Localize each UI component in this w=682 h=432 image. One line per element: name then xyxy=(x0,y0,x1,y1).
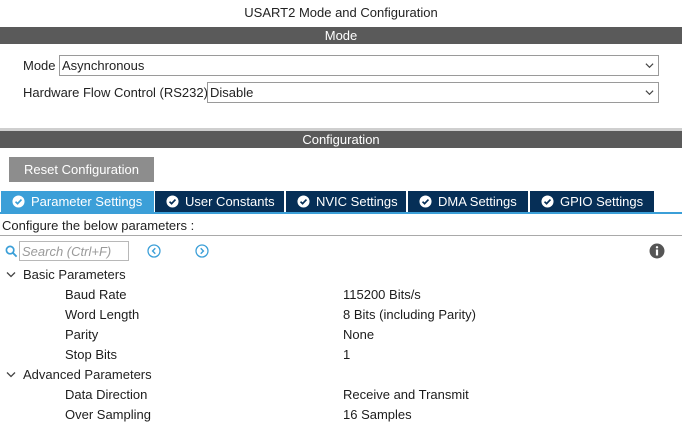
mode-select[interactable]: Asynchronous xyxy=(59,55,659,76)
mode-label: Mode xyxy=(23,58,56,73)
param-name-over-sampling: Over Sampling xyxy=(65,407,151,422)
param-value-over-sampling[interactable]: 16 Samples xyxy=(343,405,412,425)
chevron-down-icon xyxy=(645,63,654,69)
param-name-word-length: Word Length xyxy=(65,307,140,322)
tab-underline xyxy=(0,212,682,214)
param-value-word-length[interactable]: 8 Bits (including Parity) xyxy=(343,305,476,325)
tab-label: NVIC Settings xyxy=(316,194,398,209)
tab-label: User Constants xyxy=(185,194,275,209)
param-value-data-direction[interactable]: Receive and Transmit xyxy=(343,385,469,405)
search-input[interactable] xyxy=(19,241,129,261)
param-value-baud-rate[interactable]: 115200 Bits/s xyxy=(343,285,421,305)
info-icon[interactable] xyxy=(649,243,665,259)
search-icon xyxy=(5,245,18,258)
configure-hint: Configure the below parameters : xyxy=(0,218,682,236)
tree-expand-icon xyxy=(6,372,16,378)
config-tabs: Parameter Settings User Constants NVIC S… xyxy=(0,191,682,212)
mode-select-value: Asynchronous xyxy=(62,58,145,73)
mode-section-header: Mode xyxy=(0,27,682,44)
param-value-stop-bits[interactable]: 1 xyxy=(343,345,350,365)
group-advanced-parameters[interactable]: Advanced Parameters xyxy=(0,365,200,385)
tab-gpio-settings[interactable]: GPIO Settings xyxy=(530,191,654,212)
param-name-stop-bits: Stop Bits xyxy=(65,347,118,362)
chevron-left-circle-icon[interactable] xyxy=(147,244,161,258)
tab-user-constants[interactable]: User Constants xyxy=(155,191,284,212)
check-circle-icon xyxy=(166,195,179,208)
tab-parameter-settings[interactable]: Parameter Settings xyxy=(1,191,154,212)
check-circle-icon xyxy=(12,195,25,208)
configuration-section-header: Configuration xyxy=(0,128,682,148)
tab-nvic-settings[interactable]: NVIC Settings xyxy=(286,191,406,212)
group-basic-parameters[interactable]: Basic Parameters xyxy=(0,265,200,285)
tree-expand-icon xyxy=(6,272,16,278)
group-label: Basic Parameters xyxy=(23,267,126,282)
reset-configuration-button[interactable]: Reset Configuration xyxy=(9,157,154,182)
tab-label: Parameter Settings xyxy=(31,194,143,209)
chevron-right-circle-icon[interactable] xyxy=(195,244,209,258)
group-label: Advanced Parameters xyxy=(23,367,152,382)
param-name-data-direction: Data Direction xyxy=(65,387,148,402)
param-name-parity: Parity xyxy=(65,327,99,342)
panel-title: USART2 Mode and Configuration xyxy=(244,5,438,20)
param-name-baud-rate: Baud Rate xyxy=(65,287,127,302)
tab-label: GPIO Settings xyxy=(560,194,644,209)
hw-flow-control-label: Hardware Flow Control (RS232) xyxy=(23,85,208,100)
chevron-down-icon xyxy=(645,90,654,96)
check-circle-icon xyxy=(419,195,432,208)
hw-flow-control-value: Disable xyxy=(210,85,254,100)
check-circle-icon xyxy=(297,195,310,208)
tab-label: DMA Settings xyxy=(438,194,517,209)
check-circle-icon xyxy=(541,195,554,208)
tab-dma-settings[interactable]: DMA Settings xyxy=(408,191,528,212)
param-value-parity[interactable]: None xyxy=(343,325,374,345)
hw-flow-control-select[interactable]: Disable xyxy=(207,82,659,103)
